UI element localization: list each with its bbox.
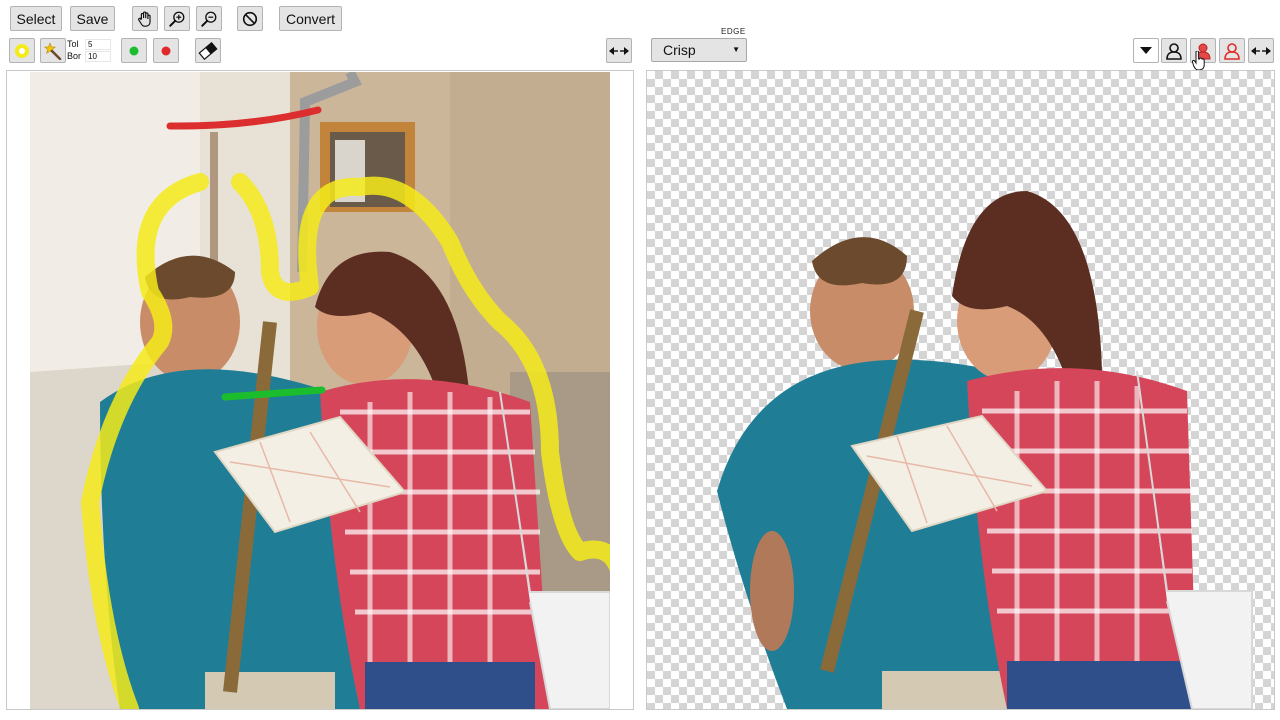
tol-input[interactable]: 5 — [85, 38, 111, 50]
highlight-brush-button[interactable] — [9, 38, 35, 63]
cancel-icon — [242, 11, 258, 26]
save-button[interactable]: Save — [70, 6, 115, 31]
cutout-preview[interactable] — [646, 70, 1275, 710]
bor-input[interactable]: 10 — [85, 50, 111, 62]
zoom-in-button[interactable] — [164, 6, 190, 31]
magic-wand-button[interactable] — [40, 38, 66, 63]
view-red-outline-button[interactable] — [1219, 38, 1245, 63]
bor-label: Bor — [67, 51, 82, 61]
hand-cursor-icon — [1192, 51, 1205, 71]
magic-wand-icon — [44, 41, 62, 60]
swap-icon — [609, 46, 629, 55]
person-outline-icon — [1166, 42, 1182, 60]
swap-right-button[interactable] — [1248, 38, 1274, 63]
cutout-subjects — [717, 191, 1253, 709]
zoom-in-icon — [169, 11, 185, 27]
editor-canvas[interactable] — [6, 70, 634, 710]
view-outline-button[interactable] — [1161, 38, 1187, 63]
zoom-out-icon — [201, 11, 217, 27]
swap-left-button[interactable] — [606, 38, 632, 63]
chevron-down-icon: ▼ — [732, 45, 740, 54]
cancel-button[interactable] — [237, 6, 263, 31]
select-button[interactable]: Select — [10, 6, 62, 31]
remove-brush-button[interactable] — [153, 38, 179, 63]
dropdown-icon — [1140, 46, 1152, 54]
zoom-out-button[interactable] — [196, 6, 222, 31]
eraser-button[interactable] — [195, 38, 221, 63]
hand-pan-icon — [138, 10, 151, 27]
edge-select[interactable]: Crisp ▼ — [651, 38, 747, 62]
tol-label: Tol — [67, 39, 79, 49]
keep-brush-button[interactable] — [121, 38, 147, 63]
hand-pan-button[interactable] — [132, 6, 158, 31]
red-dot-icon — [161, 46, 171, 55]
eraser-icon — [198, 41, 218, 60]
convert-button[interactable]: Convert — [279, 6, 342, 31]
options-dropdown-button[interactable] — [1133, 38, 1159, 63]
edge-select-value: Crisp — [663, 42, 696, 58]
person-red-outline-icon — [1224, 42, 1240, 60]
photo-with-markup[interactable] — [30, 72, 610, 709]
swap-icon — [1251, 46, 1271, 55]
highlight-brush-icon — [15, 43, 29, 58]
tolerance-border-settings: Tol 5 Bor 10 — [67, 38, 113, 64]
green-dot-icon — [129, 46, 139, 55]
edge-label: EDGE — [721, 27, 746, 36]
